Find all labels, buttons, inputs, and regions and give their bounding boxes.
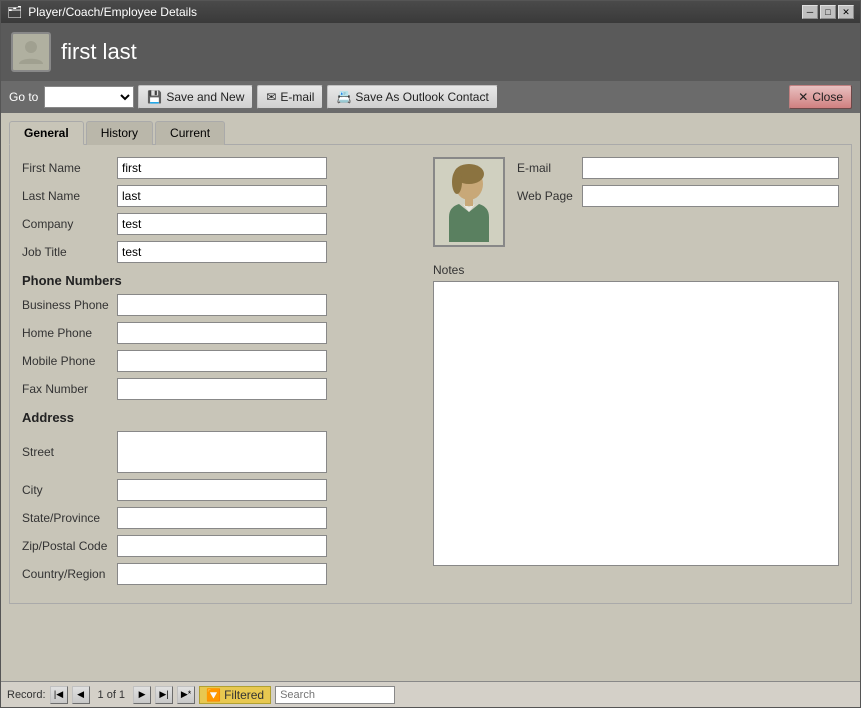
zip-row: Zip/Postal Code xyxy=(22,535,417,557)
mobile-phone-input[interactable] xyxy=(117,350,327,372)
form-panel: First Name Last Name Company Job Title xyxy=(9,144,852,604)
home-phone-label: Home Phone xyxy=(22,326,117,340)
save-new-button[interactable]: 💾 Save and New xyxy=(138,85,253,109)
job-title-label: Job Title xyxy=(22,245,117,259)
email-row: E-mail xyxy=(517,157,839,179)
country-row: Country/Region xyxy=(22,563,417,585)
street-label: Street xyxy=(22,445,117,459)
zip-input[interactable] xyxy=(117,535,327,557)
first-name-input[interactable] xyxy=(117,157,327,179)
left-column: First Name Last Name Company Job Title xyxy=(22,157,417,591)
home-phone-input[interactable] xyxy=(117,322,327,344)
mobile-phone-label: Mobile Phone xyxy=(22,354,117,368)
close-window-button[interactable]: ✕ xyxy=(838,5,854,19)
fax-number-row: Fax Number xyxy=(22,378,417,400)
email-icon: ✉ xyxy=(266,90,276,104)
goto-select[interactable] xyxy=(44,86,134,108)
app-icon: 🗂 xyxy=(7,5,22,19)
maximize-button[interactable]: □ xyxy=(820,5,836,19)
search-input[interactable] xyxy=(275,686,395,704)
title-bar: 🗂 Player/Coach/Employee Details ─ □ ✕ xyxy=(1,1,860,23)
first-name-row: First Name xyxy=(22,157,417,179)
city-input[interactable] xyxy=(117,479,327,501)
tab-history[interactable]: History xyxy=(86,121,153,145)
record-last-button[interactable]: ▶| xyxy=(155,686,173,704)
state-row: State/Province xyxy=(22,507,417,529)
record-next-button[interactable]: ▶ xyxy=(133,686,151,704)
email-label: E-mail xyxy=(517,161,582,175)
record-first-button[interactable]: |◀ xyxy=(50,686,68,704)
country-label: Country/Region xyxy=(22,567,117,581)
state-label: State/Province xyxy=(22,511,117,525)
zip-label: Zip/Postal Code xyxy=(22,539,117,553)
fax-number-input[interactable] xyxy=(117,378,327,400)
tab-current[interactable]: Current xyxy=(155,121,225,145)
company-input[interactable] xyxy=(117,213,327,235)
record-title: first last xyxy=(61,39,137,65)
fax-number-label: Fax Number xyxy=(22,382,117,396)
street-input[interactable] xyxy=(117,431,327,473)
right-top: E-mail Web Page xyxy=(433,157,839,255)
country-input[interactable] xyxy=(117,563,327,585)
record-new-button[interactable]: ▶* xyxy=(177,686,195,704)
header-icon xyxy=(11,32,51,72)
close-icon: ✕ xyxy=(798,90,808,104)
toolbar: Go to 💾 Save and New ✉ E-mail 📇 Save As … xyxy=(1,81,860,113)
notes-label: Notes xyxy=(433,263,839,277)
email-web-col: E-mail Web Page xyxy=(517,157,839,255)
outlook-icon: 📇 xyxy=(336,90,351,104)
city-label: City xyxy=(22,483,117,497)
record-label: Record: xyxy=(7,689,46,701)
webpage-input[interactable] xyxy=(582,185,839,207)
save-outlook-button[interactable]: 📇 Save As Outlook Contact xyxy=(327,85,497,109)
notes-textarea[interactable] xyxy=(433,281,839,566)
business-phone-input[interactable] xyxy=(117,294,327,316)
business-phone-label: Business Phone xyxy=(22,298,117,312)
tab-general[interactable]: General xyxy=(9,121,84,145)
photo-box xyxy=(433,157,505,247)
filter-icon: 🔽 xyxy=(206,688,221,702)
job-title-row: Job Title xyxy=(22,241,417,263)
first-name-label: First Name xyxy=(22,161,117,175)
save-new-icon: 💾 xyxy=(147,90,162,104)
company-label: Company xyxy=(22,217,117,231)
window-title: Player/Coach/Employee Details xyxy=(28,5,197,19)
address-section-title: Address xyxy=(22,410,417,425)
email-input[interactable] xyxy=(582,157,839,179)
minimize-button[interactable]: ─ xyxy=(802,5,818,19)
mobile-phone-row: Mobile Phone xyxy=(22,350,417,372)
job-title-input[interactable] xyxy=(117,241,327,263)
last-name-input[interactable] xyxy=(117,185,327,207)
content-area: General History Current First Name Last … xyxy=(1,113,860,707)
goto-label: Go to xyxy=(9,90,38,104)
company-row: Company xyxy=(22,213,417,235)
webpage-label: Web Page xyxy=(517,189,582,203)
tab-bar: General History Current xyxy=(9,121,852,145)
last-name-label: Last Name xyxy=(22,189,117,203)
state-input[interactable] xyxy=(117,507,327,529)
app-header: first last xyxy=(1,23,860,81)
webpage-row: Web Page xyxy=(517,185,839,207)
status-bar: Record: |◀ ◀ 1 of 1 ▶ ▶| ▶* 🔽 Filtered xyxy=(1,681,860,707)
last-name-row: Last Name xyxy=(22,185,417,207)
record-count: 1 of 1 xyxy=(98,689,126,701)
city-row: City xyxy=(22,479,417,501)
phone-section-title: Phone Numbers xyxy=(22,273,417,288)
home-phone-row: Home Phone xyxy=(22,322,417,344)
filtered-badge: 🔽 Filtered xyxy=(199,686,271,704)
record-prev-button[interactable]: ◀ xyxy=(72,686,90,704)
business-phone-row: Business Phone xyxy=(22,294,417,316)
email-button[interactable]: ✉ E-mail xyxy=(257,85,323,109)
street-row: Street xyxy=(22,431,417,473)
right-column: E-mail Web Page Notes xyxy=(433,157,839,591)
close-button[interactable]: ✕ Close xyxy=(789,85,852,109)
